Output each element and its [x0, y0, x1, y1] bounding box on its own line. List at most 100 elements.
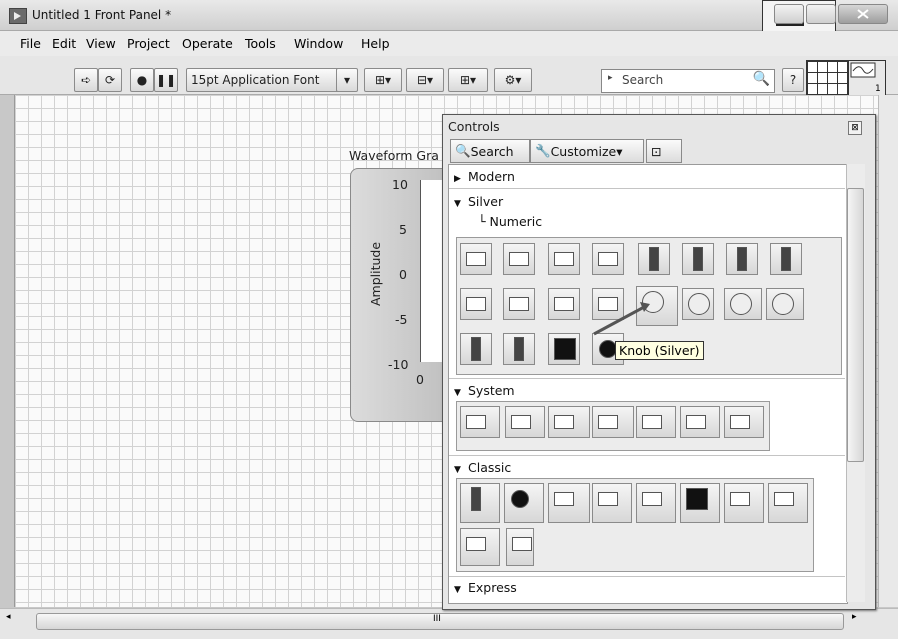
menu-window[interactable]: Window	[294, 36, 343, 51]
distribute-objects-icon[interactable]: ⊟▾	[406, 68, 444, 92]
run-arrow-icon[interactable]: ➪	[74, 68, 98, 92]
search-icon[interactable]: 🔍	[753, 71, 770, 87]
tooltip: Knob (Silver)	[615, 341, 704, 360]
scroll-grip: III	[433, 614, 441, 624]
vertical-slide-silver[interactable]	[638, 243, 670, 275]
search-input[interactable]: ▸ Search 🔍	[601, 69, 775, 93]
align-objects-icon[interactable]: ⊞▾	[364, 68, 402, 92]
classic-graph[interactable]	[680, 483, 720, 523]
gauge-silver[interactable]	[766, 288, 804, 320]
collapse-icon: ▼	[454, 199, 461, 209]
system-listbox[interactable]	[680, 406, 720, 438]
vertical-progress-silver[interactable]	[770, 243, 802, 275]
numeric-indicator-silver[interactable]	[503, 243, 535, 275]
graph-label: Waveform Gra	[349, 148, 439, 163]
menu-file[interactable]: File	[20, 36, 41, 51]
menu-view[interactable]: View	[86, 36, 116, 51]
category-system[interactable]: ▼ System	[454, 383, 515, 398]
vertical-scrollbar[interactable]	[878, 95, 898, 607]
vertical-pointer-slide-silver[interactable]	[682, 243, 714, 275]
menu-help[interactable]: Help	[361, 36, 390, 51]
category-label: System	[468, 383, 515, 398]
system-numeric[interactable]	[460, 406, 500, 438]
customize-button[interactable]: 🔧 Customize ▾	[530, 139, 644, 163]
search-arrow-icon: ▸	[608, 73, 613, 83]
classic-array[interactable]	[592, 483, 632, 523]
vi-icon[interactable]: 1	[848, 60, 886, 96]
y-tick: -10	[388, 357, 409, 372]
palette-search-label: Search	[470, 143, 514, 159]
horizontal-slide-silver[interactable]	[460, 288, 492, 320]
font-select[interactable]: 15pt Application Font	[186, 68, 340, 92]
color-box-silver[interactable]	[548, 333, 580, 365]
classic-numeric[interactable]	[460, 483, 500, 523]
wrench-icon: 🔧	[535, 143, 551, 158]
dial-silver[interactable]	[682, 288, 714, 320]
thermometer-silver[interactable]	[503, 333, 535, 365]
customize-label: Customize	[550, 143, 617, 159]
system-io[interactable]	[724, 406, 764, 438]
category-modern[interactable]: ▶ Modern	[454, 169, 515, 184]
palette-search-button[interactable]: 🔍 Search	[450, 139, 530, 163]
category-classic[interactable]: ▼ Classic	[454, 460, 511, 475]
pause-icon[interactable]: ❚❚	[154, 68, 178, 92]
tree-branch-icon: └	[478, 214, 490, 229]
collapse-icon: ▼	[454, 388, 461, 398]
horizontal-pointer-slide-silver[interactable]	[503, 288, 535, 320]
y-axis-label: Amplitude	[368, 241, 383, 306]
tank-silver[interactable]	[460, 333, 492, 365]
timestamp-silver[interactable]	[592, 243, 624, 275]
palette-close-icon[interactable]: ⊠	[848, 121, 862, 135]
minimize-button[interactable]	[774, 4, 804, 24]
palette-title: Controls	[448, 119, 500, 134]
subcategory-numeric[interactable]: └ Numeric	[478, 214, 542, 229]
run-continuously-icon[interactable]: ⟳	[98, 68, 122, 92]
system-ring-enum[interactable]	[592, 406, 634, 438]
system-boolean[interactable]	[505, 406, 545, 438]
palette-scroll-thumb[interactable]	[847, 188, 864, 462]
numeric-flat-silver[interactable]	[548, 243, 580, 275]
classic-refnum[interactable]	[506, 528, 534, 566]
meter-silver[interactable]	[724, 288, 762, 320]
classic-container[interactable]	[768, 483, 808, 523]
category-express[interactable]: ▼ Express	[454, 580, 517, 595]
category-label: Classic	[468, 460, 512, 475]
vertical-fill-silver[interactable]	[726, 243, 758, 275]
system-string-path[interactable]	[548, 406, 590, 438]
classic-string[interactable]	[548, 483, 590, 523]
abort-icon[interactable]: ●	[130, 68, 154, 92]
classic-list[interactable]	[636, 483, 676, 523]
palette-toolbar: 🔍 Search 🔧 Customize ▾ ⊡	[448, 139, 844, 163]
view-palette-icon[interactable]: ⊡	[646, 139, 682, 163]
scroll-left-icon[interactable]: ◂	[6, 612, 11, 622]
numeric-control-silver[interactable]	[460, 243, 492, 275]
help-label: ?	[789, 73, 797, 87]
scroll-right-icon[interactable]: ▸	[852, 612, 857, 622]
category-silver[interactable]: ▼ Silver	[454, 194, 503, 209]
classic-boolean[interactable]	[504, 483, 544, 523]
reorder-icon[interactable]: ⚙▾	[494, 68, 532, 92]
horizontal-fill-silver[interactable]	[548, 288, 580, 320]
font-select-label: 15pt Application Font	[191, 73, 320, 87]
menu-operate[interactable]: Operate	[182, 36, 233, 51]
connector-pane-icon[interactable]	[806, 60, 848, 96]
resize-objects-icon[interactable]: ⊞▾	[448, 68, 488, 92]
front-panel-icon	[9, 8, 27, 24]
collapse-icon: ▼	[454, 585, 461, 595]
classic-io[interactable]	[460, 528, 500, 566]
help-button[interactable]: ?	[782, 68, 804, 92]
maximize-button[interactable]	[806, 4, 836, 24]
close-button[interactable]	[838, 4, 888, 24]
menu-edit[interactable]: Edit	[52, 36, 76, 51]
menu-tools[interactable]: Tools	[245, 36, 276, 51]
y-tick: -5	[395, 312, 408, 327]
horizontal-scroll-thumb[interactable]: III	[36, 613, 844, 630]
classic-ring-enum[interactable]	[724, 483, 764, 523]
category-label: Silver	[468, 194, 504, 209]
x-tick: 0	[416, 372, 424, 387]
system-container[interactable]	[636, 406, 676, 438]
font-dropdown-icon[interactable]: ▾	[336, 68, 358, 92]
dropdown-icon: ▾	[616, 143, 623, 159]
menu-project[interactable]: Project	[127, 36, 170, 51]
category-label: Express	[468, 580, 517, 595]
